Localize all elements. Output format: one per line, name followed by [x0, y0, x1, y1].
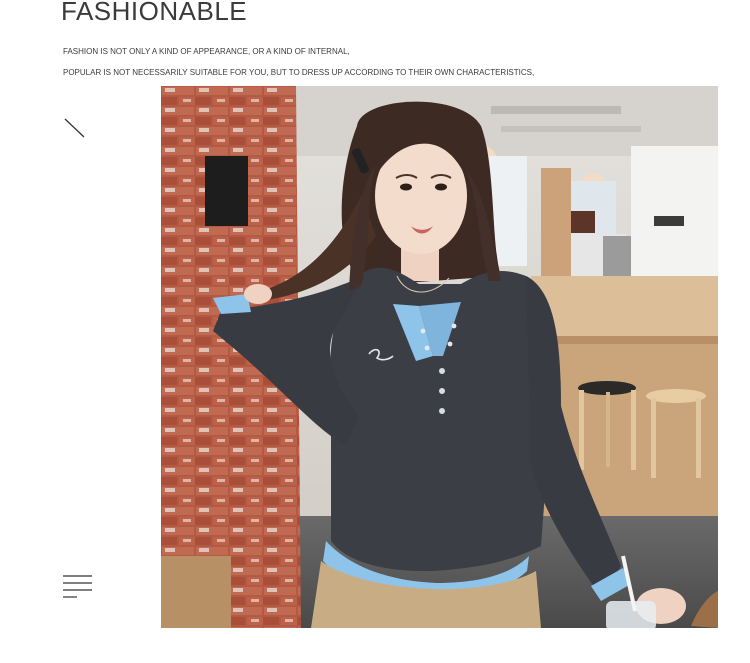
menu-lines-icon [63, 575, 92, 598]
model-photo-illustration [161, 86, 718, 628]
description-line-1: FASHION IS NOT ONLY A KIND OF APPEARANCE… [63, 47, 350, 56]
page-title: FASHIONABLE [61, 0, 248, 26]
description-line-2: POPULAR IS NOT NECESSARILY SUITABLE FOR … [63, 68, 535, 77]
diagonal-line-icon [64, 118, 85, 138]
product-photo [161, 86, 718, 628]
